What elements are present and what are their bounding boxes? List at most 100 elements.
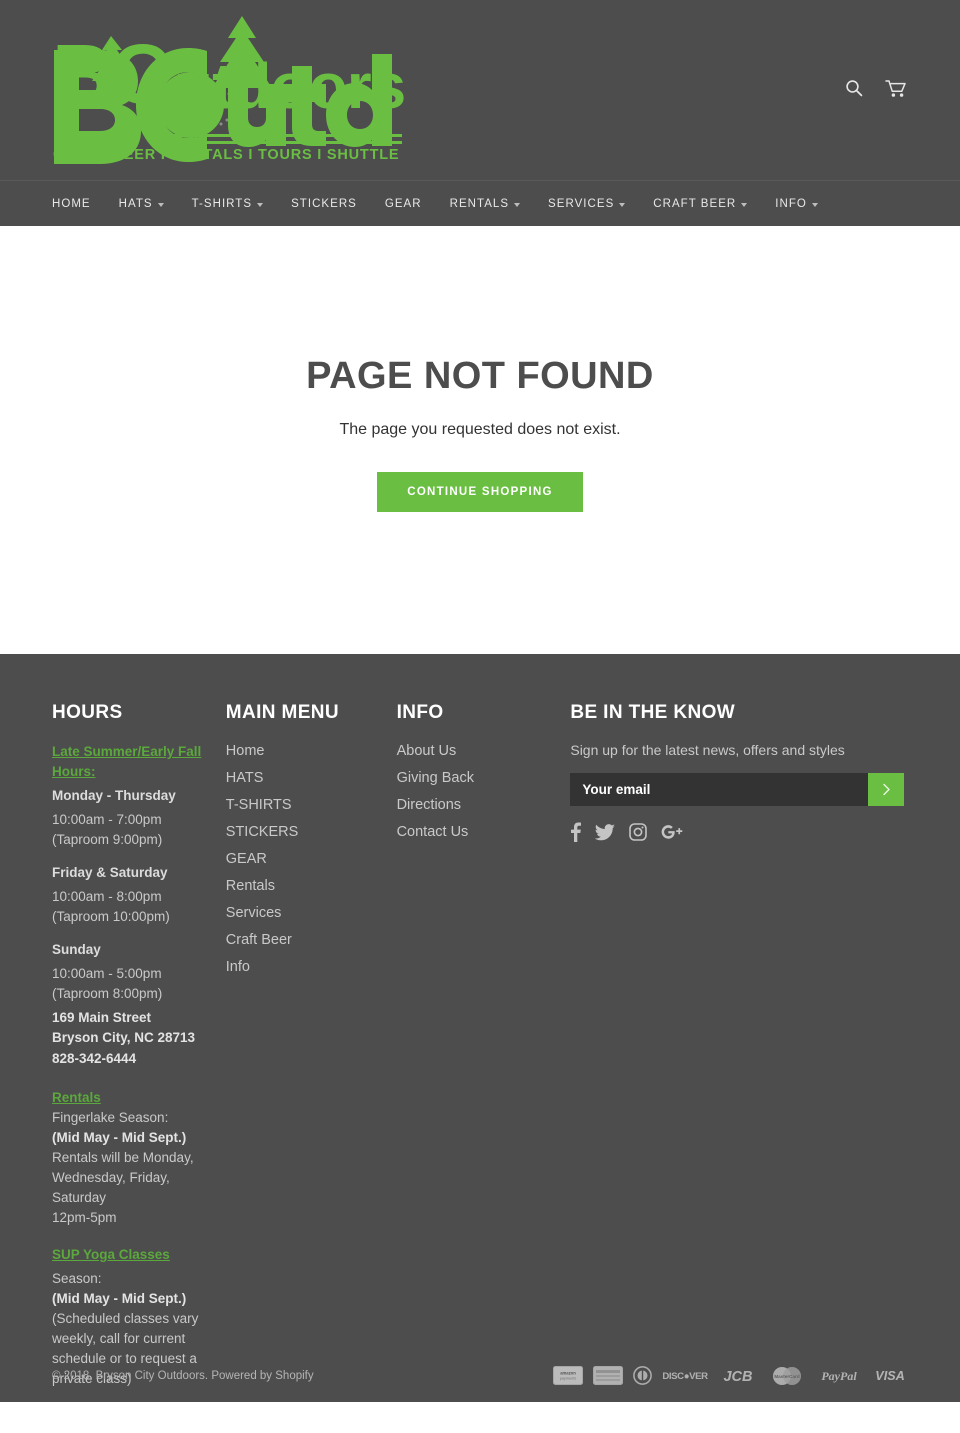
footer-info-link-directions[interactable]: Directions	[397, 797, 461, 813]
social-links	[570, 822, 908, 842]
facebook-icon[interactable]	[570, 822, 582, 842]
newsletter-subtitle: Sign up for the latest news, offers and …	[570, 742, 845, 758]
header-icon-group	[843, 76, 907, 100]
site-header: BC utdoors GEAR I BEER I RENTALS I TOURS…	[0, 0, 960, 180]
svg-text:VISA: VISA	[875, 1369, 904, 1383]
footer-info-link-giving-back[interactable]: Giving Back	[397, 770, 474, 786]
nav-label: RENTALS	[449, 197, 510, 210]
list-item: GEAR	[226, 850, 397, 868]
logo-tagline: GEAR I BEER I RENTALS I TOURS I SHUTTLE	[53, 147, 400, 163]
footer-menu-link-home[interactable]: Home	[226, 743, 265, 759]
nav-item-rentals[interactable]: RENTALS	[449, 197, 521, 210]
chevron-down-icon	[257, 202, 264, 207]
discover-icon: DISC●VER	[662, 1371, 708, 1382]
page-subtitle: The page you requested does not exist.	[339, 420, 621, 438]
yoga-season-dates: (Mid May - Mid Sept.)	[52, 1290, 187, 1306]
newsletter-submit-button[interactable]	[868, 773, 905, 806]
nav-label: HATS	[118, 197, 153, 210]
svg-text:payments: payments	[560, 1377, 577, 1381]
yoga-season-label: Season:	[52, 1270, 102, 1286]
rentals-detail-4: 12pm-5pm	[52, 1210, 117, 1226]
hours-time-0: 10:00am - 7:00pm	[52, 811, 162, 827]
footer-menu-link-stickers[interactable]: STICKERS	[226, 824, 299, 840]
footer-menu-link-craft-beer[interactable]: Craft Beer	[226, 932, 292, 948]
footer-info-title: INFO	[396, 702, 444, 723]
amazon-payments-icon: amazon payments	[553, 1366, 583, 1386]
rentals-season-dates: (Mid May - Mid Sept.)	[52, 1130, 187, 1146]
nav-item-services[interactable]: SERVICES	[548, 198, 626, 210]
nav-label: CRAFT BEER	[653, 197, 737, 210]
search-icon[interactable]	[843, 76, 865, 100]
chevron-down-icon	[811, 202, 818, 207]
footer-main-menu-title: MAIN MENU	[225, 702, 339, 723]
footer-menu-link-rentals[interactable]: Rentals	[226, 878, 275, 894]
list-item: Craft Beer	[226, 931, 397, 949]
svg-text:MasterCard: MasterCard	[774, 1374, 799, 1379]
footer-main-menu-list: Home HATS T-SHIRTS STICKERS GEAR Rentals…	[226, 742, 397, 976]
list-item: Home	[226, 742, 397, 760]
list-item: Services	[226, 904, 397, 922]
footer-menu-link-hats[interactable]: HATS	[226, 770, 264, 786]
sup-yoga-link[interactable]: SUP Yoga Classes	[52, 1247, 170, 1262]
footer-menu-link-services[interactable]: Services	[226, 905, 282, 921]
rentals-link[interactable]: Rentals	[52, 1090, 101, 1105]
footer-column-hours: HOURS Late Summer/Early Fall Hours: Mond…	[52, 702, 226, 1402]
nav-item-hats[interactable]: HATS	[119, 198, 164, 210]
paypal-icon: PayPal	[821, 1369, 857, 1383]
footer-column-main-menu: MAIN MENU Home HATS T-SHIRTS STICKERS GE…	[226, 702, 397, 985]
list-item: Rentals	[226, 877, 397, 895]
yoga-note-1: (Scheduled classes vary	[52, 1310, 199, 1326]
phone-number: 828-342-6444	[52, 1050, 137, 1066]
list-item: About Us	[397, 742, 571, 760]
footer-menu-link-t-shirts[interactable]: T-SHIRTS	[226, 797, 292, 813]
hours-days-0: Monday - Thursday	[52, 787, 176, 803]
list-item: Contact Us	[397, 823, 571, 841]
footer-hours-title: HOURS	[52, 702, 123, 723]
footer-info-list: About Us Giving Back Directions Contact …	[397, 742, 571, 841]
site-logo[interactable]: BC utdoors GEAR I BEER I RENTALS I TOURS…	[52, 14, 406, 166]
shopify-link[interactable]: Shopify	[275, 1370, 313, 1382]
footer-info-link-contact-us[interactable]: Contact Us	[397, 824, 469, 840]
hours-time-1: 10:00am - 8:00pm	[52, 888, 162, 904]
list-item: T-SHIRTS	[226, 796, 397, 814]
newsletter-title: BE IN THE KNOW	[570, 702, 736, 723]
main-navigation: HOME HATS T-SHIRTS STICKERS GEAR RENTALS…	[0, 180, 960, 226]
copyright-label: © 2018, Bryson City Outdoors. Powered by	[52, 1369, 276, 1382]
hours-taproom-0: (Taproom 9:00pm)	[52, 831, 163, 847]
nav-item-home[interactable]: HOME	[52, 198, 91, 210]
instagram-icon[interactable]	[629, 823, 648, 841]
address-line-1: 169 Main Street	[52, 1009, 152, 1025]
hours-season-link[interactable]: Late Summer/Early Fall Hours:	[52, 744, 201, 779]
chevron-down-icon	[619, 202, 626, 207]
rentals-detail-2: Wednesday, Friday,	[52, 1170, 170, 1186]
footer-info-link-about-us[interactable]: About Us	[397, 743, 457, 759]
newsletter-email-input[interactable]	[570, 773, 869, 806]
svg-text:JCB: JCB	[723, 1369, 752, 1385]
payment-icons: amazon payments DISC●VER JCB MasterCard …	[553, 1366, 908, 1386]
hours-taproom-1: (Taproom 10:00pm)	[52, 908, 170, 924]
nav-item-t-shirts[interactable]: T-SHIRTS	[191, 197, 264, 210]
footer-menu-link-gear[interactable]: GEAR	[226, 851, 267, 867]
footer-bottom-bar: © 2018, Bryson City Outdoors. Powered by…	[0, 1350, 960, 1402]
cart-icon[interactable]	[885, 76, 907, 100]
google-plus-icon[interactable]	[661, 824, 683, 840]
master-icon: MasterCard	[773, 1366, 801, 1385]
nav-label: GEAR	[384, 197, 422, 210]
american-express-icon	[593, 1366, 623, 1386]
twitter-icon[interactable]	[595, 823, 616, 841]
main-content: PAGE NOT FOUND The page you requested do…	[0, 226, 960, 654]
logo-graphic	[54, 16, 402, 164]
copyright-text: © 2018, Bryson City Outdoors. Powered by…	[52, 1370, 314, 1382]
nav-item-craft-beer[interactable]: CRAFT BEER	[653, 197, 748, 210]
nav-item-stickers[interactable]: STICKERS	[291, 198, 357, 210]
visa-icon: VISA	[875, 1369, 904, 1383]
nav-label: STICKERS	[291, 197, 357, 210]
address-line-2: Bryson City, NC 28713	[52, 1030, 196, 1046]
continue-shopping-button[interactable]: CONTINUE SHOPPING	[377, 471, 583, 512]
nav-item-info[interactable]: INFO	[775, 198, 818, 210]
chevron-down-icon	[741, 202, 748, 207]
footer-menu-link-info[interactable]: Info	[226, 959, 250, 975]
nav-item-gear[interactable]: GEAR	[385, 198, 422, 210]
yoga-note-2: weekly, call for current	[52, 1330, 186, 1346]
nav-label: T-SHIRTS	[191, 197, 253, 210]
